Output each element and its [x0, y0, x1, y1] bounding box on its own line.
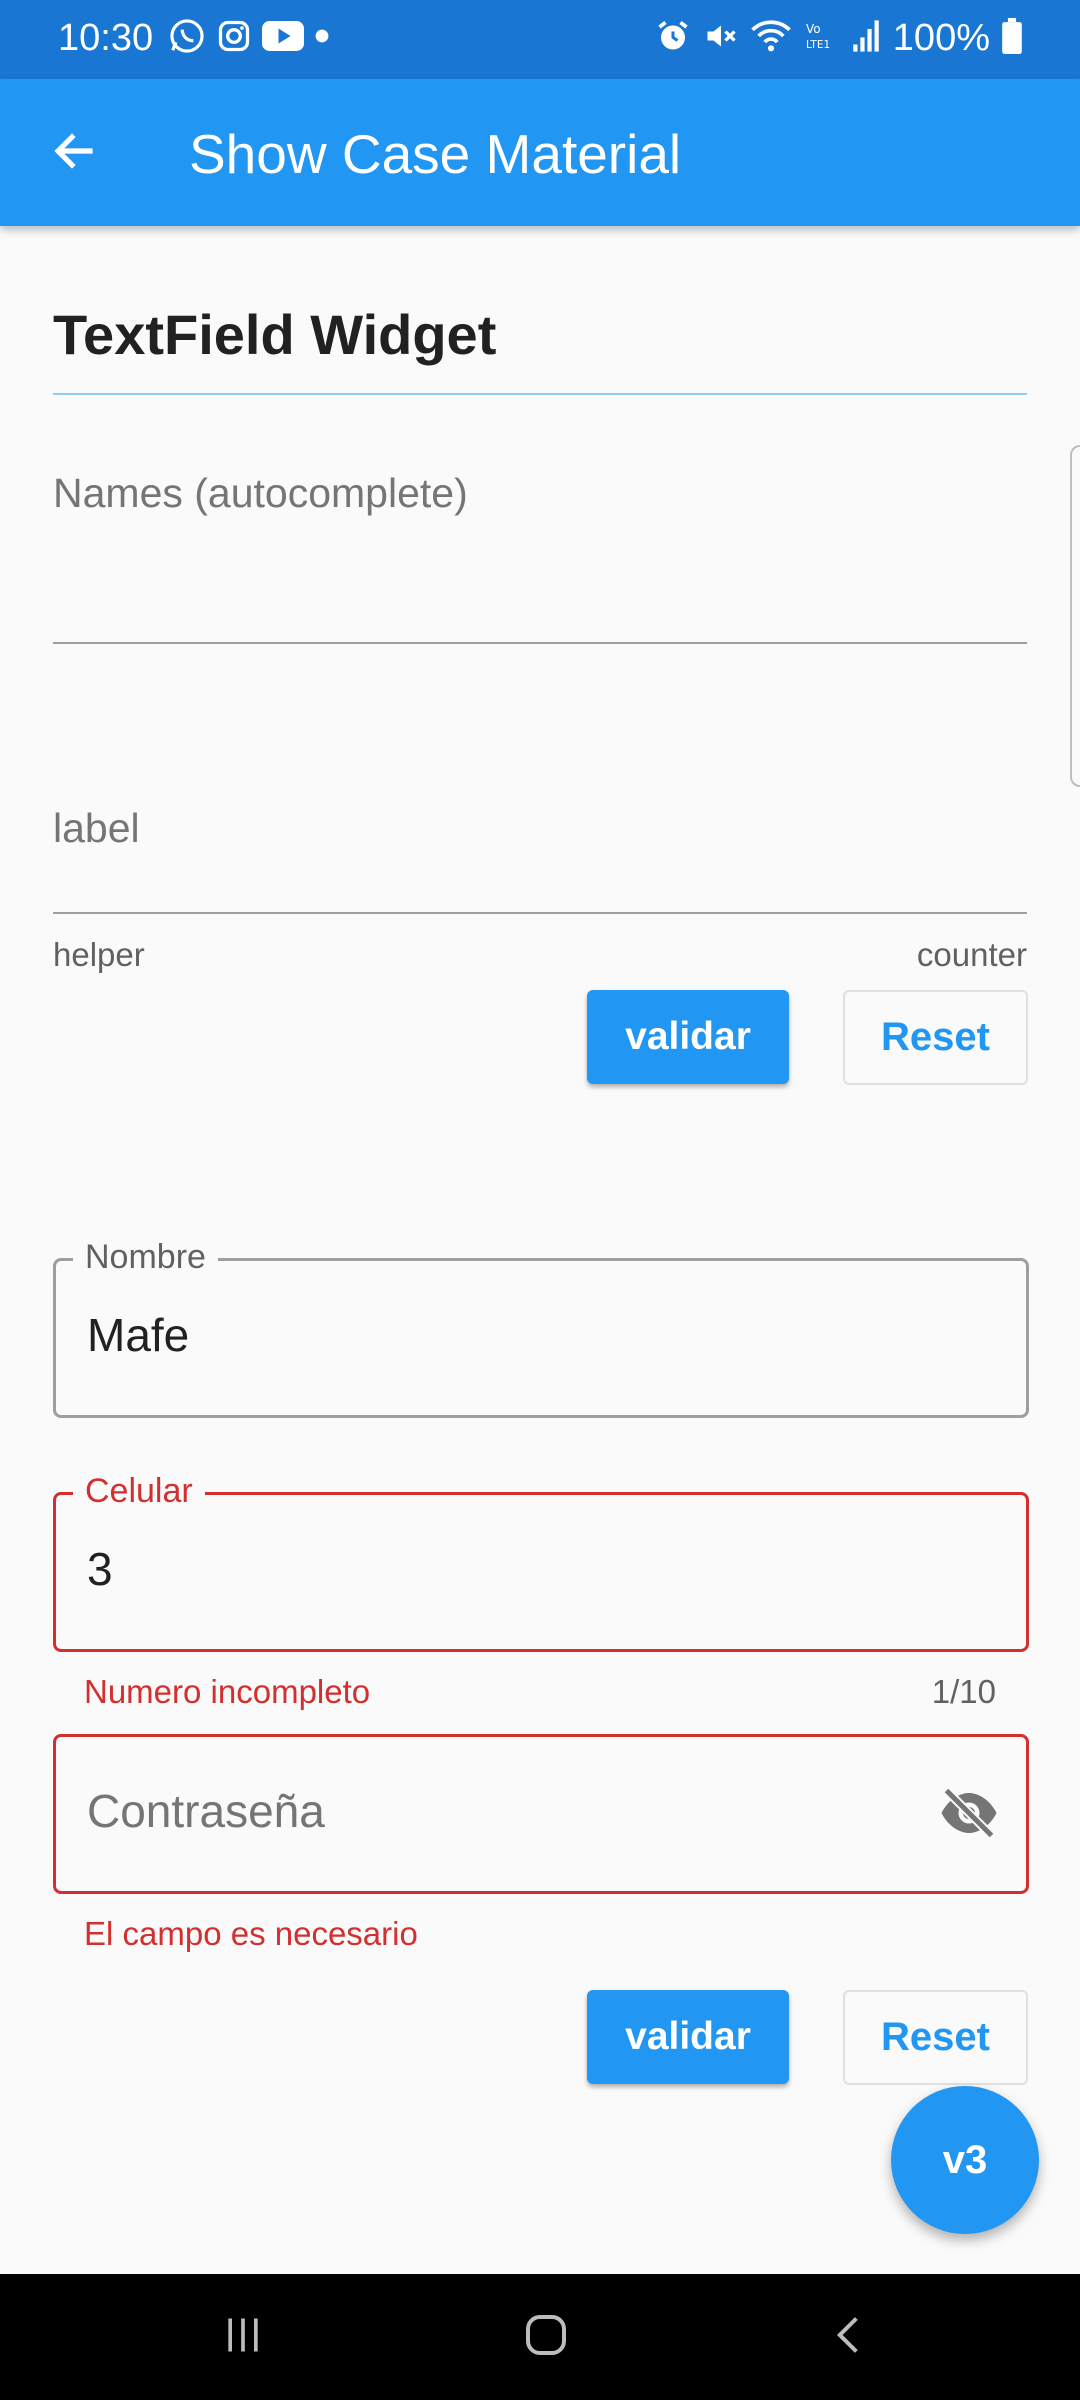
visibility-off-icon — [939, 1783, 999, 1848]
section-divider — [53, 393, 1027, 395]
navigation-bar — [0, 2274, 1080, 2400]
mute-icon — [703, 18, 739, 59]
battery-percent: 100% — [892, 17, 990, 59]
recents-button[interactable] — [183, 2294, 303, 2380]
alarm-icon — [655, 18, 691, 59]
celular-field-value: 3 — [87, 1543, 113, 1595]
status-bar: 10:30 Vo LTE1 100% — [0, 0, 1080, 79]
section-title: TextField Widget — [53, 303, 497, 366]
names-field-underline — [53, 642, 1027, 644]
nombre-field-label: Nombre — [73, 1233, 218, 1281]
reset-button-2[interactable]: Reset — [843, 1990, 1028, 2085]
system-icons: Vo LTE1 100% — [655, 14, 1022, 62]
notification-icons — [168, 18, 330, 58]
system-back-button[interactable] — [789, 2294, 909, 2380]
label-field-counter: counter — [916, 936, 1027, 973]
reset-button[interactable]: Reset — [843, 990, 1028, 1085]
nombre-field-value: Mafe — [87, 1309, 190, 1361]
app-title: Show Case Material — [189, 123, 682, 185]
whatsapp-icon — [168, 17, 206, 60]
scrollbar-thumb[interactable] — [1070, 445, 1080, 787]
label-field-label: label — [53, 805, 140, 851]
password-field-placeholder: Contraseña — [87, 1785, 325, 1837]
home-icon — [522, 2311, 570, 2364]
svg-text:LTE1: LTE1 — [806, 39, 830, 51]
celular-field[interactable]: Celular 3 — [53, 1467, 1029, 1652]
password-visibility-toggle[interactable] — [936, 1782, 1002, 1848]
validate-button[interactable]: validar — [587, 990, 789, 1084]
label-field-helper: helper — [53, 936, 145, 973]
recents-icon — [221, 2313, 265, 2362]
battery-icon — [1002, 17, 1022, 59]
instagram-icon — [216, 18, 252, 59]
app-bar: Show Case Material — [0, 79, 1080, 226]
password-field-error: El campo es necesario — [84, 1915, 418, 1952]
nombre-field[interactable]: Nombre Mafe — [53, 1233, 1029, 1418]
status-time: 10:30 — [58, 17, 154, 59]
celular-field-label: Celular — [73, 1467, 205, 1515]
back-icon — [827, 2313, 871, 2362]
arrow-back-icon — [50, 127, 98, 180]
names-field-label: Names (autocomplete) — [53, 470, 468, 516]
home-button[interactable] — [486, 2294, 606, 2380]
signal-icon — [851, 19, 881, 58]
wifi-icon — [751, 18, 791, 59]
celular-field-counter: 1/10 — [931, 1673, 996, 1710]
back-button[interactable] — [38, 117, 110, 189]
password-field[interactable]: Contraseña — [53, 1734, 1029, 1894]
youtube-icon — [262, 20, 304, 57]
volte-icon: Vo LTE1 — [803, 18, 839, 59]
validate-button-2[interactable]: validar — [587, 1990, 789, 2084]
svg-text:Vo: Vo — [806, 22, 821, 36]
version-fab[interactable]: v3 — [891, 2086, 1039, 2234]
celular-field-error: Numero incompleto — [84, 1673, 371, 1710]
label-field-underline — [53, 912, 1027, 914]
dot-icon — [314, 28, 330, 49]
